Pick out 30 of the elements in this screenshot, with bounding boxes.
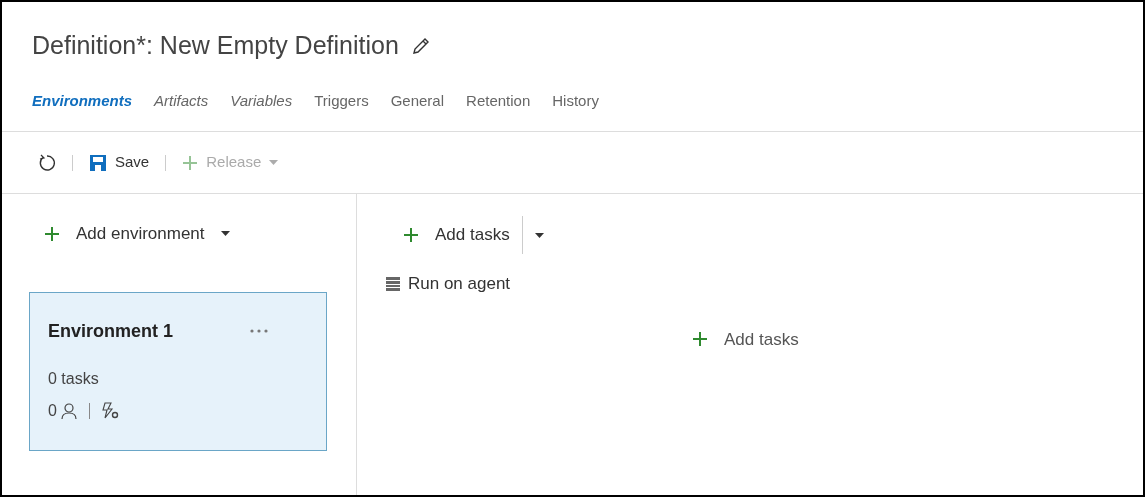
plus-icon xyxy=(182,154,199,171)
server-icon xyxy=(386,276,400,291)
tab[interactable]: Triggers xyxy=(314,90,369,113)
add-tasks-link[interactable]: Add tasks xyxy=(692,326,799,352)
add-environment-button[interactable]: Add environment xyxy=(44,221,230,247)
tab[interactable]: History xyxy=(552,90,599,113)
caret-icon xyxy=(220,231,230,237)
person-icon[interactable] xyxy=(60,402,77,419)
plus-icon xyxy=(403,227,419,243)
definition-title: Definition*: New Empty Definition xyxy=(32,30,399,62)
tab[interactable]: Variables xyxy=(230,90,293,113)
tab[interactable]: Artifacts xyxy=(154,90,209,113)
refresh-icon[interactable] xyxy=(38,153,56,172)
phase-name[interactable]: Run on agent xyxy=(408,271,511,297)
tab[interactable]: Retention xyxy=(466,90,531,113)
caret-icon xyxy=(534,232,544,238)
environment-name: Environment 1 xyxy=(48,319,174,343)
pencil-icon[interactable] xyxy=(410,36,431,56)
plus-icon xyxy=(692,331,708,348)
tab[interactable]: Environments xyxy=(32,90,133,113)
plus-icon xyxy=(44,225,60,242)
task-count: 0 tasks xyxy=(48,368,100,389)
tab[interactable]: General xyxy=(390,90,445,113)
lightning-gear-icon[interactable] xyxy=(101,401,120,420)
add-tasks-button[interactable]: Add tasks xyxy=(403,222,522,248)
save-button[interactable]: Save xyxy=(89,151,150,174)
caret-icon xyxy=(269,160,279,165)
approver-count: 0 xyxy=(48,400,57,421)
more-icon[interactable] xyxy=(250,329,268,333)
environment-card[interactable]: Environment 1 0 tasks 0 xyxy=(29,291,327,451)
